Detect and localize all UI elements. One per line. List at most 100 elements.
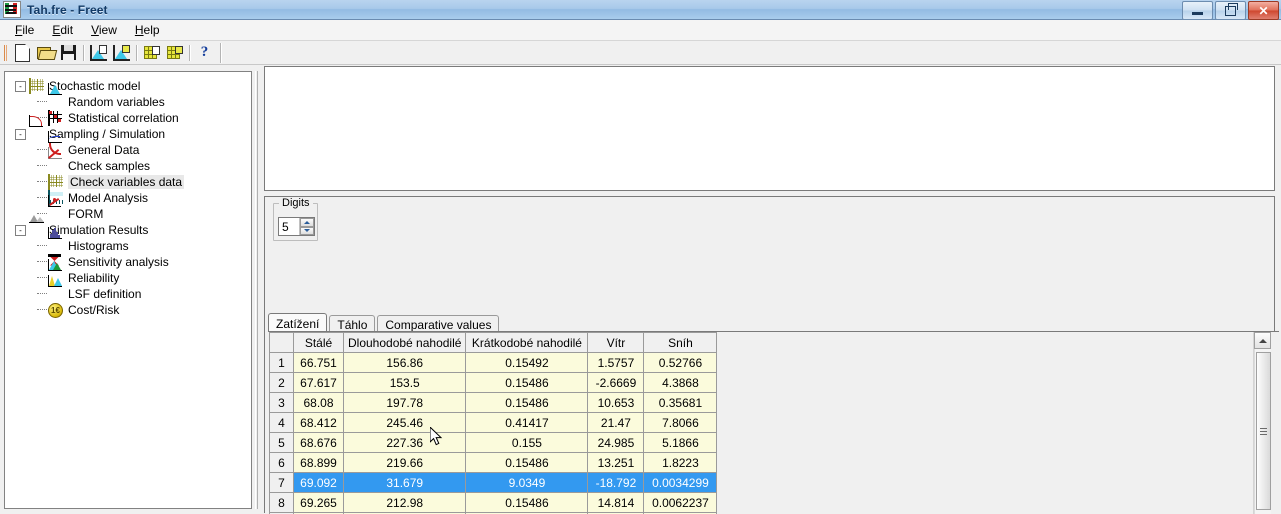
table-row[interactable]: 368.08197.780.1548610.6530.35681: [270, 393, 717, 413]
row-number[interactable]: 1: [270, 353, 294, 373]
table-cell[interactable]: -18.792: [588, 473, 644, 493]
column-header-3[interactable]: Vítr: [588, 333, 644, 353]
table-cell[interactable]: 67.617: [294, 373, 344, 393]
table-cell[interactable]: 245.46: [344, 413, 466, 433]
row-number[interactable]: 7: [270, 473, 294, 493]
close-button[interactable]: ✕: [1248, 1, 1279, 20]
table-cell[interactable]: 66.751: [294, 353, 344, 373]
table-row[interactable]: 267.617153.50.15486-2.66694.3868: [270, 373, 717, 393]
tree-expander[interactable]: -: [15, 129, 26, 140]
table-cell[interactable]: 0.0062237: [644, 493, 717, 513]
table-cell[interactable]: 21.47: [588, 413, 644, 433]
table-row[interactable]: 166.751156.860.154921.57570.52766: [270, 353, 717, 373]
export-distribution-button[interactable]: [110, 42, 133, 63]
table-cell[interactable]: 0.0034299: [644, 473, 717, 493]
tab-t-hlo[interactable]: Táhlo: [329, 315, 375, 332]
column-header-0[interactable]: Stálé: [294, 333, 344, 353]
table-cell[interactable]: 68.899: [294, 453, 344, 473]
minimize-button[interactable]: [1182, 1, 1213, 20]
menu-help[interactable]: Help: [126, 21, 169, 39]
restore-button[interactable]: [1215, 1, 1246, 20]
row-number[interactable]: 4: [270, 413, 294, 433]
table-cell[interactable]: -2.6669: [588, 373, 644, 393]
digits-increase-button[interactable]: [300, 218, 314, 227]
row-number[interactable]: 3: [270, 393, 294, 413]
table-cell[interactable]: 4.3868: [644, 373, 717, 393]
digits-value[interactable]: 5: [279, 218, 299, 235]
tree-item-lsf-definition[interactable]: LSF definition: [13, 286, 251, 302]
table-cell[interactable]: 24.985: [588, 433, 644, 453]
scroll-thumb[interactable]: [1256, 352, 1271, 510]
scroll-up-button[interactable]: [1254, 332, 1271, 349]
table-cell[interactable]: 31.679: [344, 473, 466, 493]
open-file-button[interactable]: [34, 42, 57, 63]
table-cell[interactable]: 5.1866: [644, 433, 717, 453]
table-cell[interactable]: 69.092: [294, 473, 344, 493]
table-cell[interactable]: 0.41417: [466, 413, 588, 433]
save-file-button[interactable]: [57, 42, 80, 63]
digits-decrease-button[interactable]: [300, 227, 314, 236]
table-cell[interactable]: 153.5: [344, 373, 466, 393]
tree-item-random-variables[interactable]: Random variables: [13, 94, 251, 110]
tree-item-check-samples[interactable]: Check samples: [13, 158, 251, 174]
tree-item-form[interactable]: FORM: [13, 206, 251, 222]
table-row[interactable]: 468.412245.460.4141721.477.8066: [270, 413, 717, 433]
table-cell[interactable]: 13.251: [588, 453, 644, 473]
tree-expander[interactable]: -: [15, 81, 26, 92]
table-cell[interactable]: 0.15486: [466, 373, 588, 393]
table-cell[interactable]: 219.66: [344, 453, 466, 473]
table-cell[interactable]: 9.0349: [466, 473, 588, 493]
table-cell[interactable]: 1.5757: [588, 353, 644, 373]
table-cell[interactable]: 7.8066: [644, 413, 717, 433]
table-cell[interactable]: 0.15492: [466, 353, 588, 373]
tab-zat-en[interactable]: Zatížení: [268, 313, 327, 332]
row-number[interactable]: 5: [270, 433, 294, 453]
tree-item-statistical-correlation[interactable]: Statistical correlation: [13, 110, 251, 126]
table-vertical-scrollbar[interactable]: [1253, 332, 1270, 514]
table-cell[interactable]: 0.35681: [644, 393, 717, 413]
row-number[interactable]: 6: [270, 453, 294, 473]
column-header-4[interactable]: Sníh: [644, 333, 717, 353]
scroll-track[interactable]: [1254, 349, 1271, 514]
tree-item-cost-risk[interactable]: 1€Cost/Risk: [13, 302, 251, 318]
table-cell[interactable]: 10.653: [588, 393, 644, 413]
digits-stepper[interactable]: 5: [278, 217, 315, 236]
pane-splitter[interactable]: [253, 71, 261, 509]
menu-view[interactable]: View: [82, 21, 126, 39]
tree-item-histograms[interactable]: Histograms: [13, 238, 251, 254]
column-header-2[interactable]: Krátkodobé nahodilé: [466, 333, 588, 353]
table-cell[interactable]: 212.98: [344, 493, 466, 513]
help-button[interactable]: ?: [193, 42, 216, 63]
tab-comparative-values[interactable]: Comparative values: [377, 315, 499, 332]
table-cell[interactable]: 68.08: [294, 393, 344, 413]
table-cell[interactable]: 0.155: [466, 433, 588, 453]
table-cell[interactable]: 197.78: [344, 393, 466, 413]
column-header-1[interactable]: Dlouhodobé nahodilé: [344, 333, 466, 353]
table-cell[interactable]: 0.52766: [644, 353, 717, 373]
table-cell[interactable]: 68.412: [294, 413, 344, 433]
toolbar-grip[interactable]: [4, 45, 7, 61]
row-number[interactable]: 8: [270, 493, 294, 513]
table-cell[interactable]: 227.36: [344, 433, 466, 453]
table-cell[interactable]: 0.15486: [466, 453, 588, 473]
table-cell[interactable]: 0.15486: [466, 493, 588, 513]
table-cell[interactable]: 156.86: [344, 353, 466, 373]
tree-item-check-variables-data[interactable]: Check variables data: [13, 174, 251, 190]
data-grid-area[interactable]: StáléDlouhodobé nahodiléKrátkodobé nahod…: [269, 332, 1278, 514]
table-row[interactable]: 668.899219.660.1548613.2511.8223: [270, 453, 717, 473]
menu-file[interactable]: File: [6, 21, 43, 39]
table-cell[interactable]: 1.8223: [644, 453, 717, 473]
table-cell[interactable]: 0.15486: [466, 393, 588, 413]
menu-edit[interactable]: Edit: [43, 21, 82, 39]
table-row[interactable]: 568.676227.360.15524.9855.1866: [270, 433, 717, 453]
tree-expander[interactable]: -: [15, 225, 26, 236]
table-cell[interactable]: 69.265: [294, 493, 344, 513]
table-cell[interactable]: 68.676: [294, 433, 344, 453]
table-row[interactable]: 769.09231.6799.0349-18.7920.0034299: [270, 473, 717, 493]
export-grid-button[interactable]: [163, 42, 186, 63]
import-grid-button[interactable]: [140, 42, 163, 63]
row-number[interactable]: 2: [270, 373, 294, 393]
table-row[interactable]: 869.265212.980.1548614.8140.0062237: [270, 493, 717, 513]
new-file-button[interactable]: [11, 42, 34, 63]
import-distribution-button[interactable]: [87, 42, 110, 63]
